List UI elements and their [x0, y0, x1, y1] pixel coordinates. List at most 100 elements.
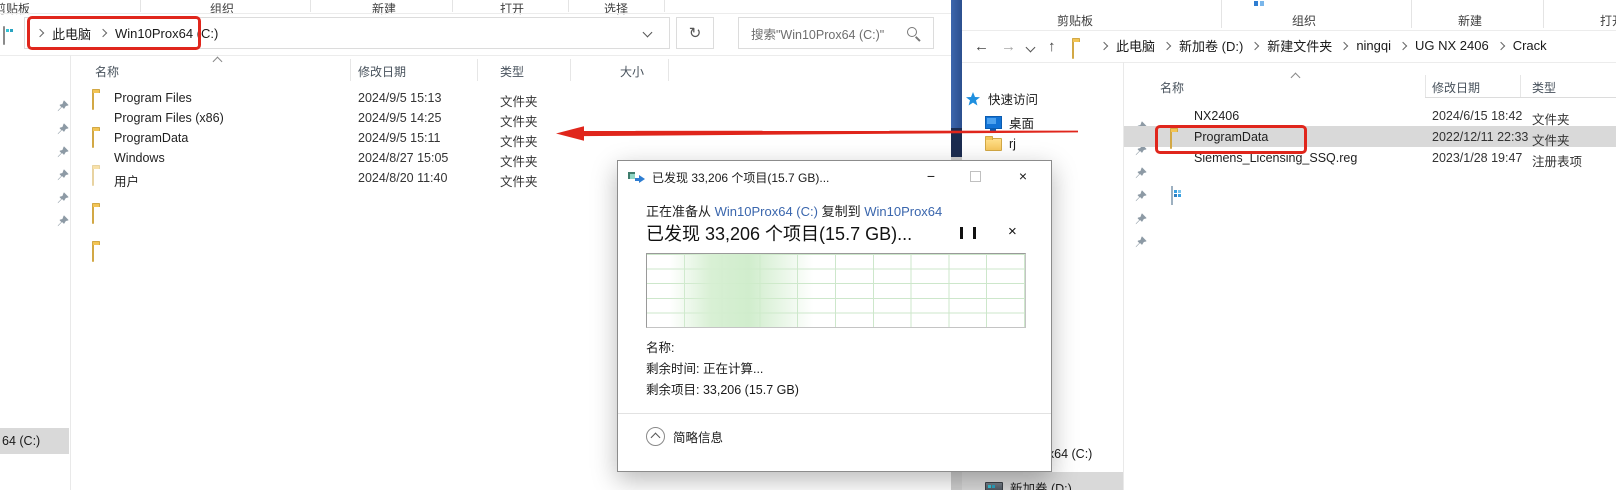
sidebar-item-quick-access[interactable]: 快速访问 — [965, 89, 1038, 108]
refresh-button[interactable]: ↻ — [676, 17, 714, 49]
table-row[interactable]: Windows 2024/8/27 15:05 文件夹 — [0, 54, 951, 224]
ribbon-icon-fragment — [1254, 1, 1258, 6]
ribbon-separator — [140, 0, 141, 12]
column-header-modified[interactable]: 修改日期 — [358, 63, 406, 80]
pin-icon — [57, 146, 69, 158]
close-button[interactable]: × — [1006, 161, 1040, 191]
screenshot-stage: 剪贴板 组织 新建 打开 选择 此电脑 Win10Prox64 (C:) ↻ 搜… — [0, 0, 1616, 490]
folder-icon — [92, 129, 94, 148]
desktop-icon — [985, 116, 1002, 131]
detail-name-label: 名称: — [646, 341, 675, 355]
breadcrumb-ug-nx-2406[interactable]: UG NX 2406 — [1415, 38, 1489, 53]
quick-access-star-icon — [966, 91, 980, 105]
breadcrumb-this-pc[interactable]: 此电脑 — [1116, 36, 1155, 55]
cancel-button[interactable]: × — [1008, 223, 1017, 240]
navpane-item-label: 64 (C:) — [2, 434, 41, 448]
column-header-type[interactable]: 类型 — [1532, 79, 1556, 96]
search-box[interactable]: 搜索"Win10Prox64 (C:)" — [738, 17, 934, 49]
sidebar-item-label: 新加卷 (D:) — [1010, 482, 1072, 490]
file-type: 文件夹 — [500, 95, 538, 109]
detail-time-label: 剩余时间: — [646, 362, 700, 376]
file-name: ProgramData — [114, 131, 189, 145]
column-header-type[interactable]: 类型 — [500, 63, 524, 80]
pin-icon — [57, 169, 69, 181]
ribbon-separator — [1543, 0, 1544, 28]
breadcrumb-chevron-icon — [1162, 41, 1172, 50]
minimize-button[interactable]: − — [914, 161, 948, 191]
detail-items-value: 33,206 (15.7 GB) — [702, 383, 799, 397]
column-separator — [1425, 75, 1426, 97]
file-name: NX2406 — [1194, 109, 1240, 123]
sidebar-item-rj[interactable]: rj — [985, 135, 1016, 151]
maximize-button[interactable] — [958, 161, 992, 191]
detail-items-line: 剩余项目: 33,206 (15.7 GB) — [646, 379, 799, 398]
dialog-title: 已发现 33,206 个项目(15.7 GB)... — [652, 170, 830, 185]
address-bar[interactable]: 此电脑 新加卷 (D:) 新建文件夹 ningqi UG NX 2406 Cra… — [1092, 36, 1547, 55]
ribbon-group-clipboard: 剪贴板 — [1057, 14, 1094, 28]
ribbon-group-new: 新建 — [372, 2, 397, 16]
pause-button[interactable] — [960, 227, 976, 239]
hidden-folder-icon — [92, 167, 94, 186]
sidebar-item-drive-d-partial[interactable]: 新加卷 (D:) — [962, 472, 1123, 490]
ribbon-group-new: 新建 — [1458, 14, 1483, 28]
sidebar-item-desktop[interactable]: 桌面 — [985, 113, 1034, 132]
column-separator — [570, 59, 571, 81]
file-name: Program Files — [114, 91, 192, 105]
file-name: Windows — [114, 151, 165, 165]
pin-icon — [57, 123, 69, 135]
registry-file-icon — [1171, 186, 1173, 205]
copy-status-line: 正在准备从 Win10Prox64 (C:) 复制到 Win10Prox64 — [646, 201, 942, 220]
pin-icon — [1135, 213, 1147, 225]
column-header-name[interactable]: 名称 — [95, 63, 119, 80]
background-strip-navy — [951, 128, 962, 157]
navpane-separator — [70, 55, 71, 490]
status-destination-link: Win10Prox64 — [864, 204, 943, 219]
column-header-size[interactable]: 大小 — [620, 63, 644, 80]
folder-icon — [985, 135, 1002, 151]
copy-headline: 已发现 33,206 个项目(15.7 GB)... — [646, 224, 913, 244]
breadcrumb-drive-d[interactable]: 新加卷 (D:) — [1179, 36, 1243, 55]
ribbon-icon-fragment — [1260, 1, 1264, 6]
pin-icon — [57, 215, 69, 227]
annotation-box-address — [27, 16, 201, 50]
table-row[interactable]: 用户 2024/8/20 11:40 文件夹 — [0, 72, 951, 262]
breadcrumb-chevron-icon — [1251, 41, 1260, 50]
breadcrumb-new-folder[interactable]: 新建文件夹 — [1267, 36, 1332, 55]
file-modified: 2024/8/20 11:40 — [358, 171, 448, 185]
search-icon[interactable] — [907, 27, 917, 37]
breadcrumb-ningqi[interactable]: ningqi — [1356, 38, 1391, 53]
back-button[interactable]: ← — [974, 38, 989, 55]
maximize-icon — [969, 170, 981, 182]
detail-items-label: 剩余项目: — [646, 383, 700, 397]
ribbon-separator — [452, 0, 453, 12]
file-type: 文件夹 — [500, 115, 538, 129]
pin-icon — [1135, 190, 1147, 202]
up-button[interactable]: ↑ — [1048, 38, 1056, 55]
address-dropdown-icon[interactable] — [642, 27, 653, 38]
folder-icon — [92, 91, 94, 110]
forward-button[interactable]: → — [1001, 38, 1016, 55]
ribbon-group-clipboard: 剪贴板 — [0, 2, 31, 16]
column-separator — [350, 59, 351, 81]
ribbon-group-select: 选择 — [604, 2, 629, 16]
file-modified: 2024/8/27 15:05 — [358, 151, 449, 165]
column-header-border — [1520, 97, 1616, 98]
column-separator — [1520, 75, 1521, 97]
navpane-item-drive-c-partial[interactable]: 64 (C:) — [0, 428, 69, 454]
refresh-icon: ↻ — [688, 25, 702, 42]
ribbon-separator — [1411, 0, 1412, 28]
file-modified: 2024/9/5 14:25 — [358, 111, 442, 125]
file-type: 注册表项 — [1532, 155, 1583, 169]
breadcrumb-chevron-icon — [1398, 41, 1408, 50]
file-modified: 2024/9/5 15:11 — [358, 131, 441, 145]
file-name: Program Files (x86) — [114, 111, 224, 125]
fewer-details-toggle[interactable]: 简略信息 — [646, 427, 723, 446]
ribbon-group-open: 打开 — [500, 2, 525, 16]
location-drive-icon — [3, 26, 5, 45]
breadcrumb-crack[interactable]: Crack — [1513, 38, 1547, 53]
file-type: 文件夹 — [500, 155, 538, 169]
sidebar-item-label: rj — [1009, 137, 1016, 151]
column-header-modified[interactable]: 修改日期 — [1432, 79, 1480, 96]
column-header-name[interactable]: 名称 — [1160, 79, 1184, 96]
ribbon-separator — [1221, 0, 1222, 28]
